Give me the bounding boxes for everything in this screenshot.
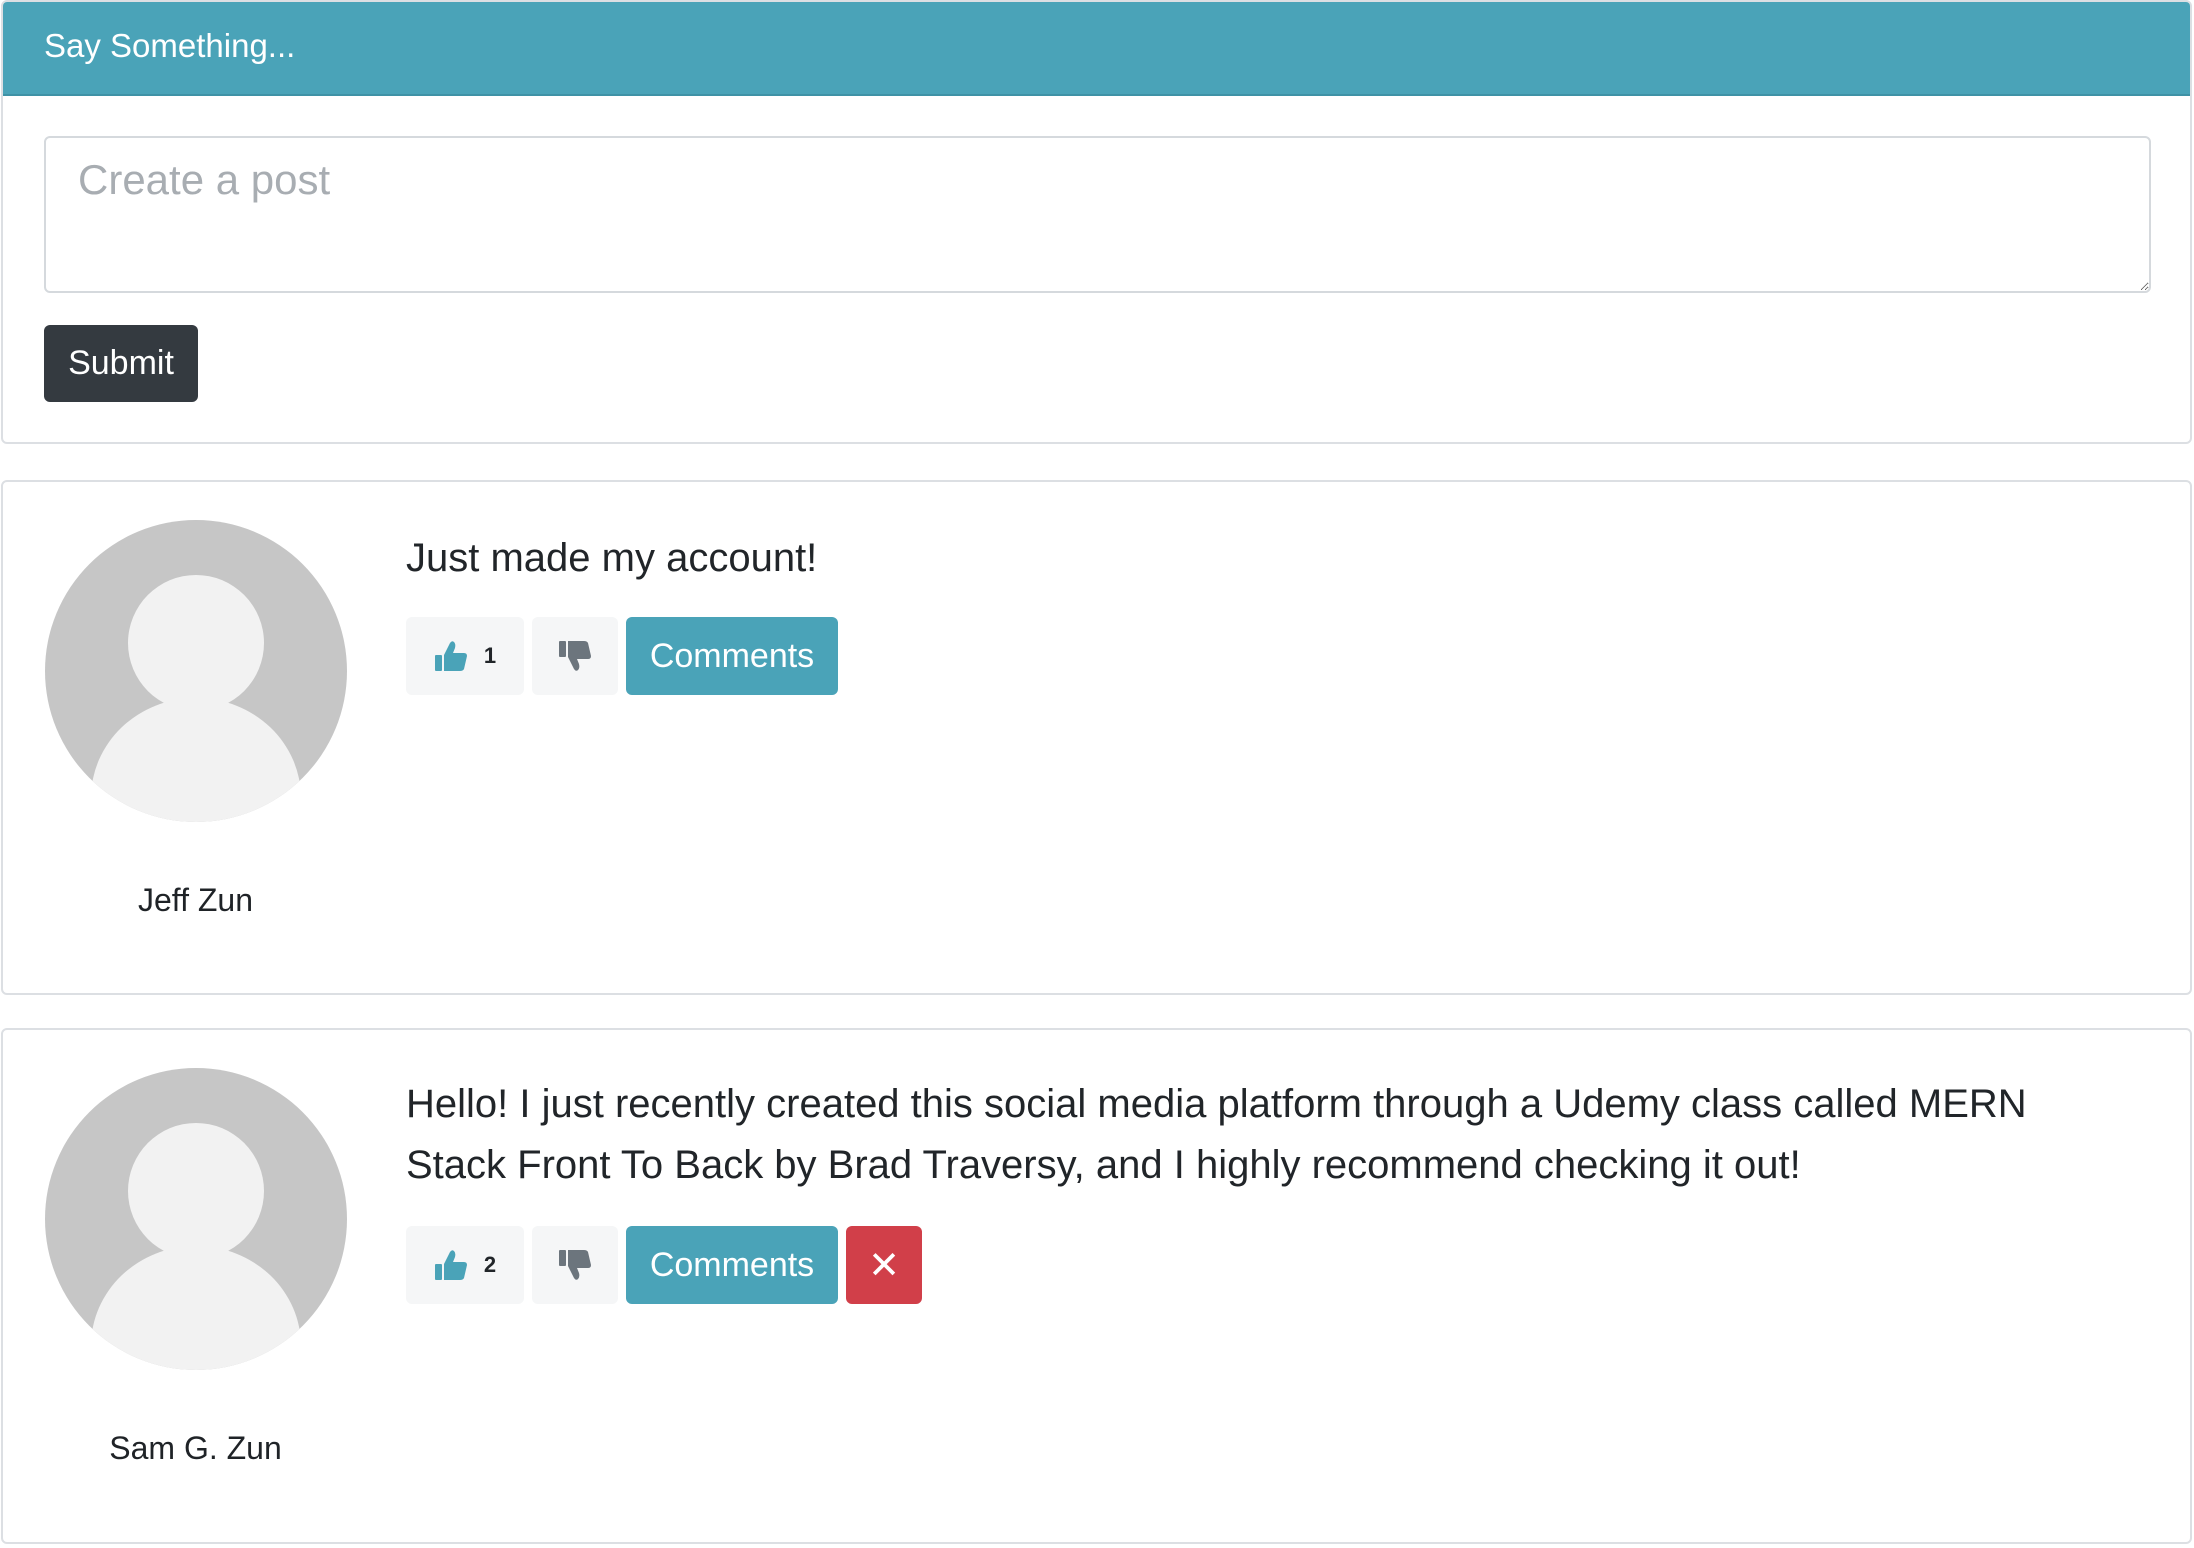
submit-button[interactable]: Submit	[44, 325, 198, 402]
dislike-button[interactable]	[532, 1226, 618, 1304]
post-text: Hello! I just recently created this soci…	[406, 1082, 2027, 1187]
thumbs-down-icon	[558, 640, 592, 672]
thumbs-up-icon	[434, 1249, 468, 1281]
composer-body: Submit	[3, 96, 2190, 402]
post-text: Just made my account!	[406, 536, 818, 580]
post-author: Sam G. Zun	[43, 1068, 348, 1467]
post-content: Hello! I just recently created this soci…	[406, 1074, 2110, 1304]
avatar-head-shape	[127, 575, 264, 711]
post-card: Sam G. Zun Hello! I just recently create…	[1, 1028, 2192, 1544]
page: Say Something... Submit Jeff Zun Just ma…	[0, 0, 2194, 1548]
thumbs-up-icon	[434, 640, 468, 672]
post-actions: 1 Comments	[406, 617, 2110, 695]
post-actions: 2 Comments ✕	[406, 1226, 2110, 1304]
author-name: Jeff Zun	[137, 882, 254, 918]
like-count: 1	[483, 643, 497, 668]
delete-post-button[interactable]: ✕	[846, 1226, 922, 1304]
avatar[interactable]	[44, 520, 347, 822]
like-button[interactable]: 1	[406, 617, 524, 695]
post-content: Just made my account! 1 Comments	[406, 528, 2110, 695]
avatar[interactable]	[44, 1068, 347, 1370]
avatar-body-shape	[90, 698, 301, 822]
comments-button[interactable]: Comments	[626, 617, 838, 695]
thumbs-down-icon	[558, 1249, 592, 1281]
post-composer: Say Something... Submit	[1, 0, 2192, 444]
avatar-head-shape	[127, 1123, 264, 1259]
comments-button[interactable]: Comments	[626, 1226, 838, 1304]
like-count: 2	[483, 1252, 497, 1277]
create-post-textarea[interactable]	[44, 136, 2151, 293]
close-icon: ✕	[868, 1244, 900, 1287]
post-card: Jeff Zun Just made my account! 1 Comment…	[1, 480, 2192, 995]
avatar-body-shape	[90, 1246, 301, 1370]
like-button[interactable]: 2	[406, 1226, 524, 1304]
post-author: Jeff Zun	[43, 520, 348, 919]
dislike-button[interactable]	[532, 617, 618, 695]
author-name: Sam G. Zun	[109, 1430, 282, 1466]
composer-header: Say Something...	[3, 2, 2190, 96]
